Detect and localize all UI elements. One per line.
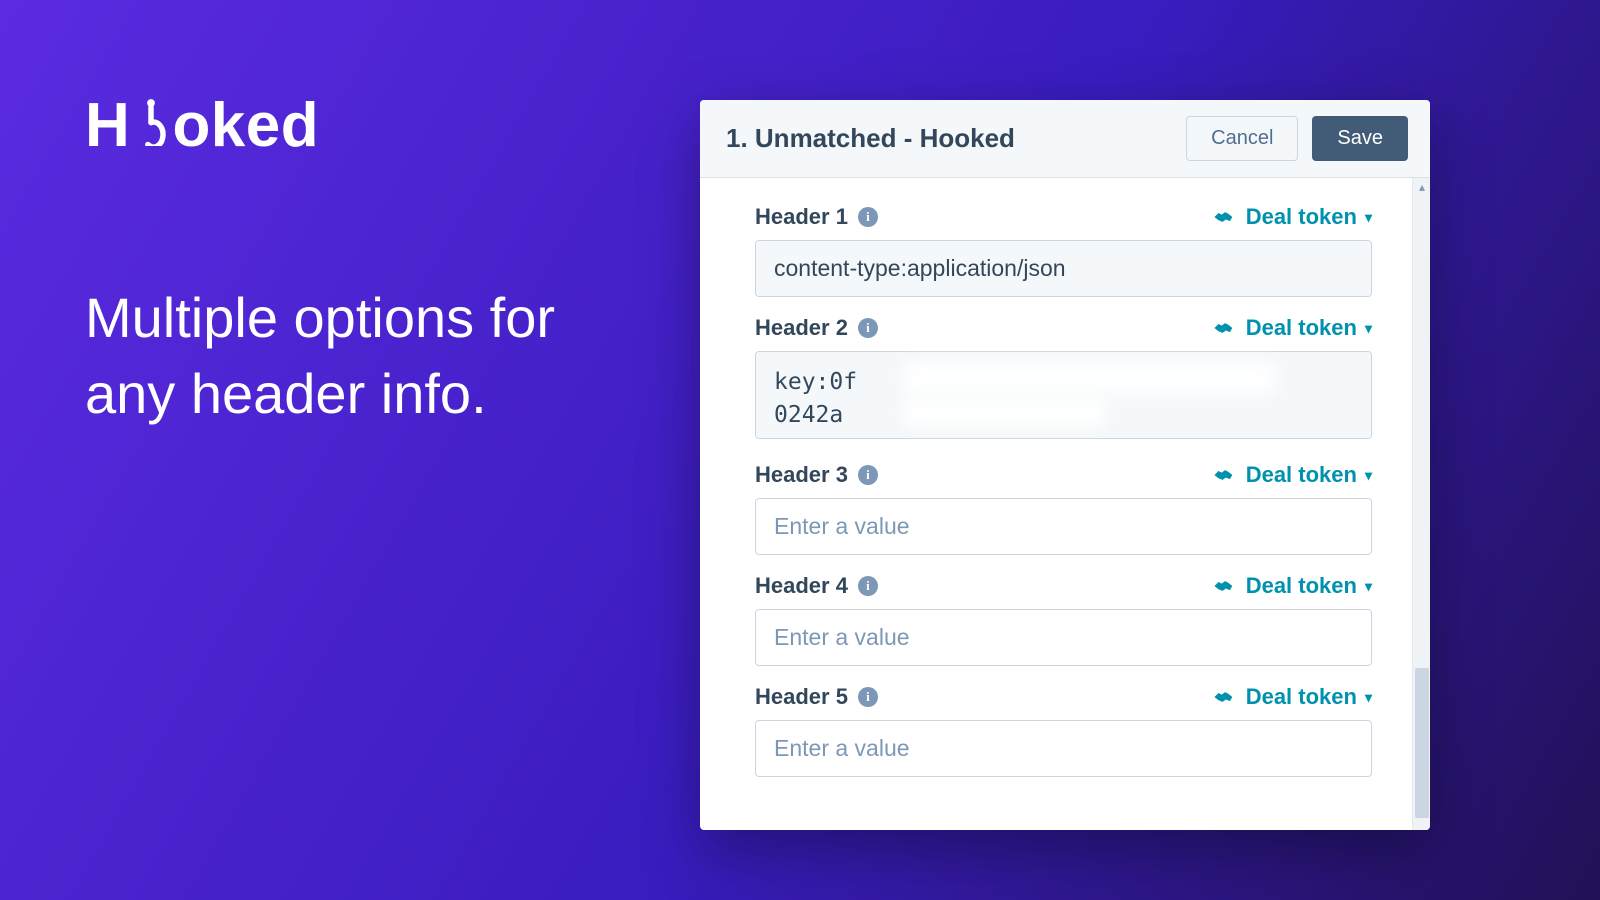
- header-label: Header 4: [755, 573, 848, 599]
- header-label: Header 5: [755, 684, 848, 710]
- chevron-down-icon: ▾: [1365, 467, 1372, 484]
- panel-header: 1. Unmatched - Hooked Cancel Save: [700, 100, 1430, 178]
- cancel-button[interactable]: Cancel: [1186, 116, 1298, 161]
- handshake-icon: [1212, 465, 1238, 485]
- scroll-thumb[interactable]: [1415, 668, 1429, 818]
- header-field-1: Header 1 i Deal token ▾: [755, 196, 1372, 297]
- chevron-down-icon: ▾: [1365, 578, 1372, 595]
- handshake-icon: [1212, 687, 1238, 707]
- header-label: Header 3: [755, 462, 848, 488]
- deal-token-label: Deal token: [1246, 684, 1357, 710]
- brand-name-part2: oked: [172, 90, 319, 161]
- handshake-icon: [1212, 576, 1238, 596]
- info-icon[interactable]: i: [858, 576, 878, 596]
- deal-token-dropdown[interactable]: Deal token ▾: [1212, 684, 1372, 710]
- deal-token-label: Deal token: [1246, 462, 1357, 488]
- info-icon[interactable]: i: [858, 207, 878, 227]
- info-icon[interactable]: i: [858, 318, 878, 338]
- deal-token-label: Deal token: [1246, 204, 1357, 230]
- chevron-down-icon: ▾: [1365, 209, 1372, 226]
- handshake-icon: [1212, 318, 1238, 338]
- scroll-up-arrow[interactable]: ▴: [1413, 178, 1430, 196]
- header-input-1[interactable]: [755, 240, 1372, 297]
- save-button[interactable]: Save: [1312, 116, 1408, 161]
- form-area: Header 1 i Deal token ▾: [700, 178, 1412, 830]
- info-icon[interactable]: i: [858, 465, 878, 485]
- panel-body: Header 1 i Deal token ▾: [700, 178, 1430, 830]
- header-input-5[interactable]: [755, 720, 1372, 777]
- hook-icon: [130, 90, 172, 161]
- panel-title: 1. Unmatched - Hooked: [726, 123, 1015, 154]
- marketing-headline: Multiple options for any header info.: [85, 280, 605, 431]
- deal-token-dropdown[interactable]: Deal token ▾: [1212, 573, 1372, 599]
- handshake-icon: [1212, 207, 1238, 227]
- scrollbar[interactable]: ▴: [1412, 178, 1430, 830]
- deal-token-label: Deal token: [1246, 573, 1357, 599]
- header-field-2: Header 2 i Deal token ▾: [755, 307, 1372, 444]
- chevron-down-icon: ▾: [1365, 689, 1372, 706]
- config-panel: 1. Unmatched - Hooked Cancel Save Header…: [700, 100, 1430, 830]
- panel-actions: Cancel Save: [1186, 116, 1408, 161]
- screen: Hoked Multiple options for any header in…: [0, 0, 1600, 900]
- chevron-down-icon: ▾: [1365, 320, 1372, 337]
- header-field-5: Header 5 i Deal token ▾: [755, 676, 1372, 777]
- deal-token-dropdown[interactable]: Deal token ▾: [1212, 204, 1372, 230]
- header-input-4[interactable]: [755, 609, 1372, 666]
- brand-logo: Hoked: [85, 90, 319, 161]
- deal-token-dropdown[interactable]: Deal token ▾: [1212, 462, 1372, 488]
- header-field-4: Header 4 i Deal token ▾: [755, 565, 1372, 666]
- deal-token-dropdown[interactable]: Deal token ▾: [1212, 315, 1372, 341]
- deal-token-label: Deal token: [1246, 315, 1357, 341]
- info-icon[interactable]: i: [858, 687, 878, 707]
- header-field-3: Header 3 i Deal token ▾: [755, 454, 1372, 555]
- brand-name-part1: H: [85, 90, 130, 161]
- header-input-2[interactable]: [755, 351, 1372, 439]
- header-input-3[interactable]: [755, 498, 1372, 555]
- header-label: Header 1: [755, 204, 848, 230]
- header-label: Header 2: [755, 315, 848, 341]
